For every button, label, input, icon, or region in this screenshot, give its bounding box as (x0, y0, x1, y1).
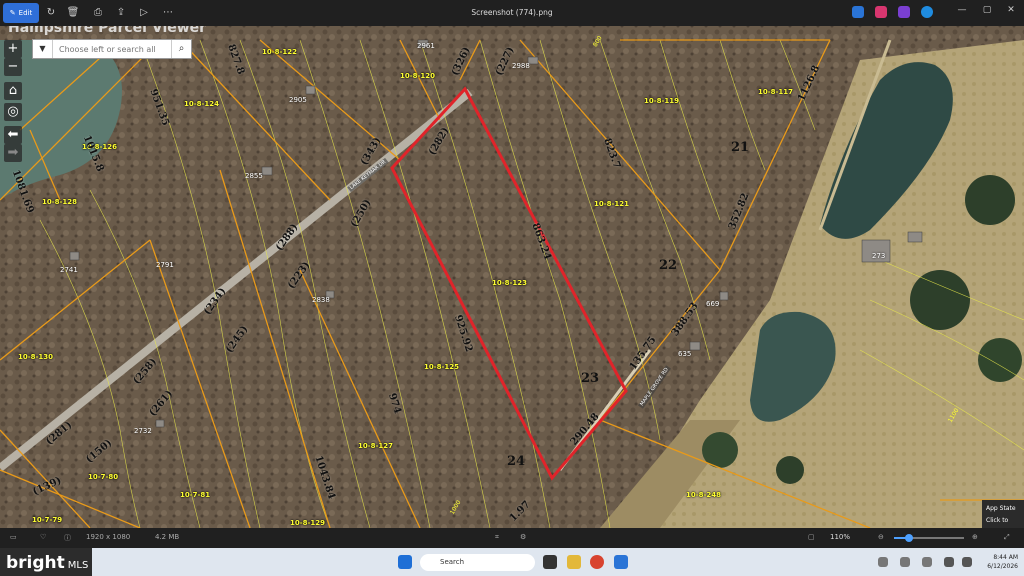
parcel-label[interactable]: 10-8-248 (686, 491, 721, 499)
app-state-title: App State (986, 505, 1016, 512)
address-number: 2732 (134, 427, 152, 435)
taskbar-search[interactable]: Search (420, 554, 535, 571)
photos-statusbar: ▭ ♡ ⓘ 1920 x 1080 4.2 MB ⌗ ⚙ ▢ 110% ⊖ ⊕ … (0, 528, 1024, 548)
lot-number: 22 (659, 258, 678, 273)
address-number: 2905 (289, 96, 307, 104)
file-size: 4.2 MB (155, 533, 180, 541)
parcel-search: ▼ ⌕ (32, 39, 192, 59)
image-dimensions: 1920 x 1080 (86, 533, 131, 541)
viewer-title: Hampshire Parcel Viewer (8, 26, 207, 36)
app-state-hint: Click to rest (986, 517, 1009, 524)
address-number: 2961 (417, 42, 435, 50)
task-view-icon[interactable] (543, 555, 557, 569)
search-icon[interactable]: ⌕ (171, 40, 191, 58)
file-explorer-icon[interactable] (567, 555, 581, 569)
forward-arrow-icon[interactable]: ➡ (4, 144, 22, 162)
address-number: 2791 (156, 261, 174, 269)
more-icon[interactable]: ⋯ (161, 6, 175, 20)
fullscreen-icon[interactable]: ⤢ (1004, 533, 1010, 542)
app-b-icon[interactable] (875, 6, 887, 18)
back-arrow-icon[interactable]: ⬅ (4, 126, 22, 144)
zoom-level[interactable]: 110% (830, 533, 850, 541)
zoom-in-button[interactable]: + (4, 40, 22, 58)
app-c-icon[interactable] (898, 6, 910, 18)
zoom-slider-knob[interactable] (905, 534, 913, 542)
parcel-label[interactable]: 10-7-79 (32, 516, 62, 524)
parcel-label[interactable]: 10-8-122 (262, 48, 297, 56)
app-a-icon[interactable] (852, 6, 864, 18)
address-number: 2838 (312, 296, 330, 304)
address-number: 669 (706, 300, 720, 308)
lot-number: 23 (581, 371, 600, 386)
tray-icon[interactable] (878, 557, 888, 567)
windows-taskbar: Search 8:44 AM 6/12/2026 (0, 548, 1024, 576)
adjust-icon[interactable]: ⚙ (520, 533, 526, 541)
edit-button[interactable]: ✎ Edit (3, 3, 39, 23)
delete-icon[interactable]: 🗑 (66, 6, 80, 20)
zoom-out-icon[interactable]: ⊖ (878, 533, 884, 541)
parcel-label[interactable]: 10-7-81 (180, 491, 210, 499)
parcel-label[interactable]: 10-8-130 (18, 353, 53, 361)
lot-number: 21 (731, 140, 750, 155)
rotate-icon[interactable]: ↻ (44, 6, 58, 20)
parcel-label[interactable]: 10-7-80 (88, 473, 118, 481)
address-number: 635 (678, 350, 692, 358)
parcel-label[interactable]: 10-8-127 (358, 442, 393, 450)
locate-icon[interactable]: ◎ (4, 103, 22, 121)
crop-icon[interactable]: ⌗ (495, 533, 499, 542)
parcel-label[interactable]: 10-8-124 (184, 100, 219, 108)
parcel-label[interactable]: 10-8-119 (644, 97, 679, 105)
app-state-panel[interactable]: App State Click to rest (982, 500, 1024, 528)
home-icon[interactable]: ⌂ (4, 82, 22, 100)
share-icon[interactable]: ⇪ (114, 6, 128, 20)
favorite-icon[interactable]: ♡ (40, 533, 46, 541)
lot-number: 24 (507, 454, 526, 469)
parcel-label[interactable]: 10-8-123 (492, 279, 527, 287)
wifi-icon[interactable] (944, 557, 954, 567)
clock-date: 6/12/2026 (987, 563, 1018, 570)
watermark-suffix: MLS (67, 560, 89, 571)
search-source-dropdown[interactable]: ▼ (33, 40, 53, 58)
start-icon[interactable] (398, 555, 412, 569)
edit-label: Edit (18, 9, 33, 17)
fit-icon[interactable]: ▢ (808, 533, 815, 541)
maximize-icon[interactable]: ▢ (980, 5, 994, 15)
parcel-label[interactable]: 10-8-121 (594, 200, 629, 208)
address-number: 2988 (512, 62, 530, 70)
chrome-icon[interactable] (590, 555, 604, 569)
tray-icon[interactable] (900, 557, 910, 567)
filmstrip-icon[interactable]: ▭ (10, 533, 17, 541)
address-number: 2741 (60, 266, 78, 274)
zoom-out-button[interactable]: − (4, 58, 22, 76)
clock-time: 8:44 AM (993, 554, 1018, 561)
parcel-label[interactable]: 10-8-125 (424, 363, 459, 371)
parcel-label[interactable]: 10-8-128 (42, 198, 77, 206)
parcel-label[interactable]: 10-8-120 (400, 72, 435, 80)
info-icon[interactable]: ⓘ (64, 533, 71, 543)
address-number: 2855 (245, 172, 263, 180)
volume-icon[interactable] (962, 557, 972, 567)
photos-toolbar: ✎ Edit ↻ 🗑 ⎙ ⇪ ▷ ⋯ Screenshot (774).png … (0, 0, 1024, 26)
slideshow-icon[interactable]: ▷ (137, 6, 151, 20)
cloud-icon[interactable] (921, 6, 933, 18)
search-input[interactable] (53, 40, 171, 58)
watermark-brand: bright (6, 553, 65, 573)
minimize-icon[interactable]: — (955, 5, 969, 15)
map-view[interactable]: Hampshire Parcel Viewer + − ⌂ ◎ ⬅ ➡ ▼ ⌕ … (0, 26, 1024, 528)
photos-icon[interactable] (614, 555, 628, 569)
bright-mls-watermark: bright MLS (0, 548, 92, 576)
file-title: Screenshot (774).png (471, 8, 553, 17)
parcel-label[interactable]: 10-8-117 (758, 88, 793, 96)
close-icon[interactable]: ✕ (1004, 5, 1018, 15)
system-clock[interactable]: 8:44 AM 6/12/2026 (987, 553, 1018, 571)
address-number: 273 (872, 252, 886, 260)
zoom-in-icon[interactable]: ⊕ (972, 533, 978, 541)
parcel-label[interactable]: 10-8-129 (290, 519, 325, 527)
zoom-slider[interactable] (894, 534, 964, 542)
edit-icon: ✎ (9, 9, 16, 17)
tray-icon[interactable] (922, 557, 932, 567)
print-icon[interactable]: ⎙ (91, 6, 105, 20)
